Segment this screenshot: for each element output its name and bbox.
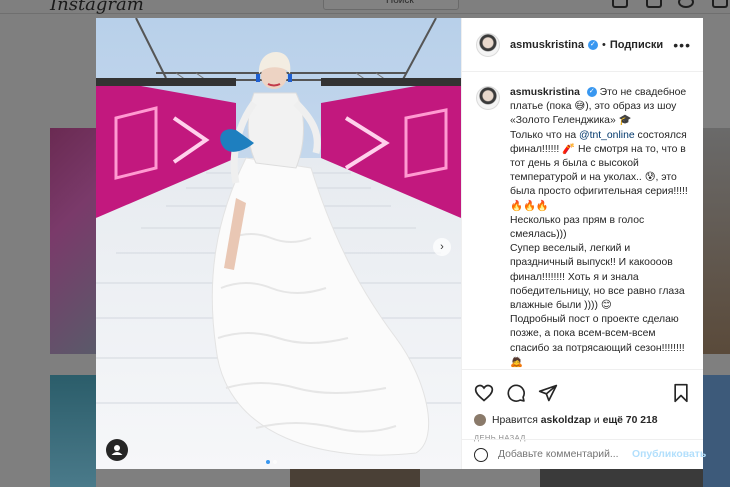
background-post-thumbnail[interactable] <box>703 375 730 487</box>
liker-avatar[interactable] <box>474 414 486 426</box>
likes-summary: Нравится askoldzap и ещё 70 218 <box>474 414 691 426</box>
publish-button[interactable]: Опубликовать <box>632 449 706 460</box>
caption-username[interactable]: asmuskristina <box>510 87 580 98</box>
carousel-indicator <box>266 460 277 464</box>
action-icons-row <box>474 383 691 403</box>
heart-icon[interactable] <box>474 383 494 403</box>
instagram-logo[interactable]: Instagram <box>50 0 144 15</box>
carousel-dot <box>273 460 277 464</box>
add-comment-bar: Опубликовать <box>462 439 706 469</box>
caption-text: Несколько раз прям в голос смеялась))) <box>510 214 645 241</box>
post-photo[interactable]: › <box>96 18 461 469</box>
activity-icon[interactable] <box>712 0 728 8</box>
tagged-users-icon[interactable] <box>106 439 128 461</box>
liker-username[interactable]: askoldzap <box>541 415 591 426</box>
caption-text: Только что на <box>510 129 580 141</box>
next-photo-button[interactable]: › <box>433 238 451 256</box>
comment-input[interactable] <box>498 449 632 460</box>
bookmark-icon[interactable] <box>671 383 691 403</box>
author-username[interactable]: asmuskristina <box>510 39 584 51</box>
background-post-thumbnail[interactable] <box>540 469 703 487</box>
separator-dot: • <box>601 38 606 51</box>
background-post-thumbnail[interactable] <box>290 469 420 487</box>
explore-icon[interactable] <box>678 0 694 8</box>
search-input[interactable]: Поиск <box>323 0 459 10</box>
background-post-thumbnail[interactable] <box>50 128 96 354</box>
post-caption: asmuskristina ✓ Это не свадебное платье … <box>510 86 691 369</box>
mention-link[interactable]: @tnt_online <box>579 130 635 141</box>
likes-prefix: Нравится <box>492 414 538 426</box>
post-modal: › asmuskristina ✓ • Подписки ••• asmuskr… <box>96 18 706 469</box>
post-actions: Нравится askoldzap и ещё 70 218 ДЕНЬ НАЗ… <box>462 369 703 442</box>
comments-area[interactable]: asmuskristina ✓ Это не свадебное платье … <box>462 72 703 369</box>
background-post-thumbnail[interactable] <box>703 128 730 354</box>
carousel-dot-active <box>266 460 270 464</box>
background-post-thumbnail[interactable] <box>50 375 96 487</box>
share-icon[interactable] <box>538 383 558 403</box>
home-icon[interactable] <box>612 0 628 8</box>
verified-badge-icon: ✓ <box>586 87 597 98</box>
caption-text: состоялся финал!!!!!! 🧨 Не смотря на то,… <box>510 129 688 212</box>
caption-text: Супер веселый, легкий и праздничный выпу… <box>510 243 685 312</box>
caption-text: Подробный пост о проекте сделаю позже, а… <box>510 314 685 368</box>
comment-icon[interactable] <box>506 383 526 403</box>
more-options-icon[interactable]: ••• <box>673 37 691 53</box>
caption-row: asmuskristina ✓ Это не свадебное платье … <box>476 86 691 369</box>
verified-badge-icon: ✓ <box>587 39 598 50</box>
emoji-icon[interactable] <box>474 447 488 462</box>
following-button[interactable]: Подписки <box>610 39 663 51</box>
likes-and: и <box>593 414 600 426</box>
avatar[interactable] <box>476 32 500 57</box>
photo-illustration <box>96 18 461 469</box>
user-silhouette-icon <box>111 445 123 455</box>
likes-count[interactable]: ещё 70 218 <box>603 415 658 426</box>
post-side-panel: asmuskristina ✓ • Подписки ••• asmuskris… <box>461 18 706 469</box>
direct-icon[interactable] <box>646 0 662 8</box>
page-header: Instagram Поиск <box>0 0 730 15</box>
post-header: asmuskristina ✓ • Подписки ••• <box>462 18 703 72</box>
avatar[interactable] <box>476 86 500 110</box>
